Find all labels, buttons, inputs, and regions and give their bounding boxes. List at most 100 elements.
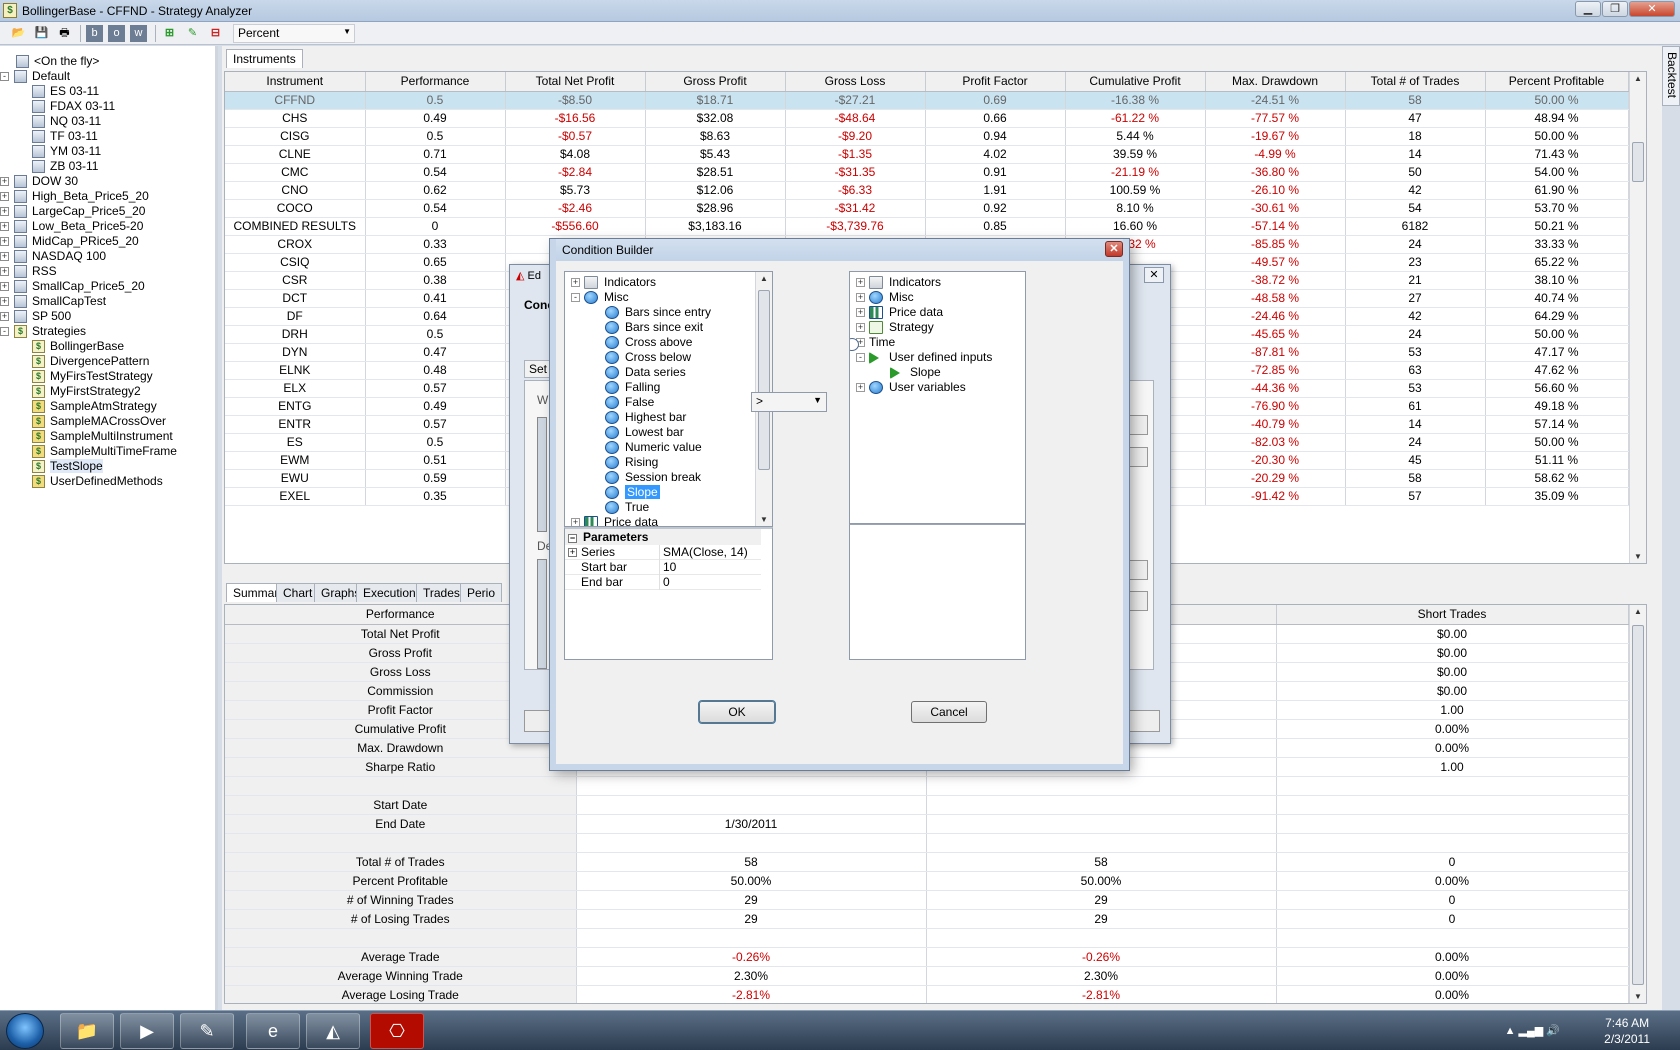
tree-item[interactable]: + SmallCap_Price5_20 bbox=[0, 278, 145, 294]
media-player-icon[interactable]: ▶ bbox=[120, 1013, 174, 1049]
condition-tree-item[interactable]: + Indicators bbox=[856, 274, 941, 290]
tab-backtest[interactable]: Backtest bbox=[1662, 46, 1680, 106]
minimize-button[interactable]: ▁ bbox=[1575, 1, 1601, 17]
column-header[interactable]: Profit Factor bbox=[925, 72, 1066, 92]
summary-scrollbar[interactable]: ▲ ▼ bbox=[1629, 605, 1646, 1003]
close-button[interactable]: ✕ bbox=[1629, 1, 1675, 17]
expand-icon[interactable]: + bbox=[0, 267, 9, 277]
tray-clock[interactable]: 7:46 AM 2/3/2011 bbox=[1604, 1015, 1650, 1047]
tree-item[interactable]: $ SampleMACrossOver bbox=[32, 413, 166, 429]
collapse-icon[interactable]: - bbox=[856, 353, 865, 363]
condition-tree-item[interactable]: Numeric value bbox=[605, 439, 702, 455]
collapse-icon[interactable]: - bbox=[571, 293, 580, 303]
column-header[interactable]: Total Net Profit bbox=[505, 72, 646, 92]
tree-item[interactable]: $ MyFirsTestStrategy bbox=[32, 368, 153, 384]
condition-tree-item[interactable]: Lowest bar bbox=[605, 424, 684, 440]
parameter-row[interactable]: + Series SMA(Close, 14) bbox=[565, 545, 761, 560]
tree-item[interactable]: + LargeCap_Price5_20 bbox=[0, 203, 145, 219]
condition-tree-item[interactable]: + Price data bbox=[571, 514, 658, 526]
operator-dropdown[interactable]: > ▼ bbox=[751, 392, 827, 412]
expand-icon[interactable]: + bbox=[856, 293, 865, 303]
start-button[interactable] bbox=[6, 1013, 44, 1049]
ie-icon[interactable]: e bbox=[246, 1013, 300, 1049]
tree-item[interactable]: $ DivergencePattern bbox=[32, 353, 149, 369]
expand-icon[interactable]: + bbox=[0, 192, 9, 202]
condition-tree-item[interactable]: + Price data bbox=[856, 304, 943, 320]
paint-icon[interactable]: ✎ bbox=[180, 1013, 234, 1049]
collapse-icon[interactable]: - bbox=[0, 327, 9, 337]
expand-icon[interactable]: + bbox=[0, 207, 9, 217]
explorer-icon[interactable]: 📁 bbox=[60, 1013, 114, 1049]
optimize-icon[interactable]: o bbox=[108, 25, 125, 42]
backtest-icon[interactable]: b bbox=[86, 25, 103, 42]
parameter-row[interactable]: End bar 0 bbox=[565, 575, 761, 590]
condition-tree-item[interactable]: Cross above bbox=[605, 334, 692, 350]
tree-item[interactable]: TF 03-11 bbox=[32, 128, 98, 144]
remove-icon[interactable]: ⊟ bbox=[207, 25, 224, 42]
display-mode-dropdown[interactable]: Percent ▼ bbox=[233, 24, 355, 43]
tree-item[interactable]: - Default bbox=[0, 68, 70, 84]
expand-icon[interactable]: + bbox=[856, 383, 865, 393]
maximize-button[interactable]: ❐ bbox=[1602, 1, 1628, 17]
condition-tree-item[interactable]: - User defined inputs bbox=[856, 349, 992, 365]
collapse-icon[interactable]: − bbox=[568, 534, 577, 543]
expand-icon[interactable]: + bbox=[0, 222, 9, 232]
column-header[interactable]: Gross Profit bbox=[645, 72, 786, 92]
tree-item[interactable]: NQ 03-11 bbox=[32, 113, 101, 129]
condition-tree-item[interactable]: Session break bbox=[605, 469, 701, 485]
column-header[interactable]: Gross Loss bbox=[785, 72, 926, 92]
column-header[interactable]: Instrument bbox=[225, 72, 366, 92]
tree-item[interactable]: $ MyFirstStrategy2 bbox=[32, 383, 141, 399]
table-row[interactable]: CISG 0.5 -$0.57 $8.63 -$9.20 0.94 5.44 % -19.67… bbox=[225, 127, 1629, 146]
condition-tree-item[interactable]: Bars since exit bbox=[605, 319, 703, 335]
tree-item[interactable]: $ SampleAtmStrategy bbox=[32, 398, 157, 414]
column-header[interactable]: Total # of Trades bbox=[1345, 72, 1486, 92]
condition-tree-item[interactable]: True bbox=[605, 499, 649, 515]
expand-icon[interactable]: + bbox=[856, 278, 865, 288]
parameter-value[interactable]: 0 bbox=[659, 575, 761, 590]
parameter-row[interactable]: Start bar 10 bbox=[565, 560, 761, 575]
pdf-reader-icon[interactable]: ⎔ bbox=[370, 1013, 424, 1049]
ninjatrader-icon[interactable]: ◭ bbox=[306, 1013, 360, 1049]
scroll-thumb[interactable] bbox=[1632, 142, 1644, 182]
tab-chart[interactable]: Chart bbox=[276, 583, 320, 602]
cancel-button[interactable]: Cancel bbox=[911, 701, 987, 723]
tab-instruments[interactable]: Instruments bbox=[226, 49, 303, 68]
table-row[interactable]: CLNE 0.71 $4.08 $5.43 -$1.35 4.02 39.59 % -4.99… bbox=[225, 145, 1629, 164]
tree-item[interactable]: $ TestSlope bbox=[32, 458, 103, 474]
condition-tree-item[interactable]: Slope bbox=[890, 364, 941, 380]
condition-tree-item[interactable]: Bars since entry bbox=[605, 304, 711, 320]
scroll-thumb[interactable] bbox=[758, 290, 770, 470]
expand-icon[interactable]: + bbox=[0, 282, 9, 292]
expand-icon[interactable]: + bbox=[0, 297, 9, 307]
close-icon[interactable]: ✕ bbox=[1144, 267, 1164, 283]
column-header[interactable]: Percent Profitable bbox=[1485, 72, 1629, 92]
tree-item[interactable]: YM 03-11 bbox=[32, 143, 101, 159]
condition-tree-item[interactable]: Cross below bbox=[605, 349, 691, 365]
expand-icon[interactable]: + bbox=[856, 308, 865, 318]
condition-tree-item[interactable]: Slope bbox=[605, 484, 660, 500]
print-icon[interactable]: 🖶 bbox=[56, 25, 73, 42]
column-header[interactable]: Performance bbox=[365, 72, 506, 92]
tree-item[interactable]: $ SampleMultiInstrument bbox=[32, 428, 173, 444]
tab-perio[interactable]: Perio bbox=[460, 583, 503, 602]
condition-tree-item[interactable]: + Indicators bbox=[571, 274, 656, 290]
condition-tree-item[interactable]: + Strategy bbox=[856, 319, 934, 335]
save-icon[interactable]: 💾 bbox=[33, 25, 50, 42]
tree-item[interactable]: - $ Strategies bbox=[0, 323, 86, 339]
expand-icon[interactable]: + bbox=[0, 177, 9, 187]
condition-tree-item[interactable]: Highest bar bbox=[605, 409, 686, 425]
expand-icon[interactable]: + bbox=[571, 278, 580, 288]
condition-tree-item[interactable]: Falling bbox=[605, 379, 660, 395]
tree-item[interactable]: + RSS bbox=[0, 263, 57, 279]
tree-item[interactable]: ES 03-11 bbox=[32, 83, 99, 99]
parameter-value[interactable]: SMA(Close, 14) bbox=[659, 545, 761, 560]
close-icon[interactable]: ✕ bbox=[1105, 241, 1123, 257]
column-header[interactable]: Cumulative Profit bbox=[1065, 72, 1206, 92]
tree-item[interactable]: <On the fly> bbox=[16, 53, 99, 69]
expand-icon[interactable]: + bbox=[0, 237, 9, 247]
condition-tree-item[interactable]: - Misc bbox=[571, 289, 629, 305]
table-row[interactable]: CMC 0.54 -$2.84 $28.51 -$31.35 0.91 -21.19 % -3… bbox=[225, 163, 1629, 182]
expand-icon[interactable]: + bbox=[856, 323, 865, 333]
results-scrollbar[interactable]: ▲ ▼ bbox=[1629, 72, 1646, 563]
